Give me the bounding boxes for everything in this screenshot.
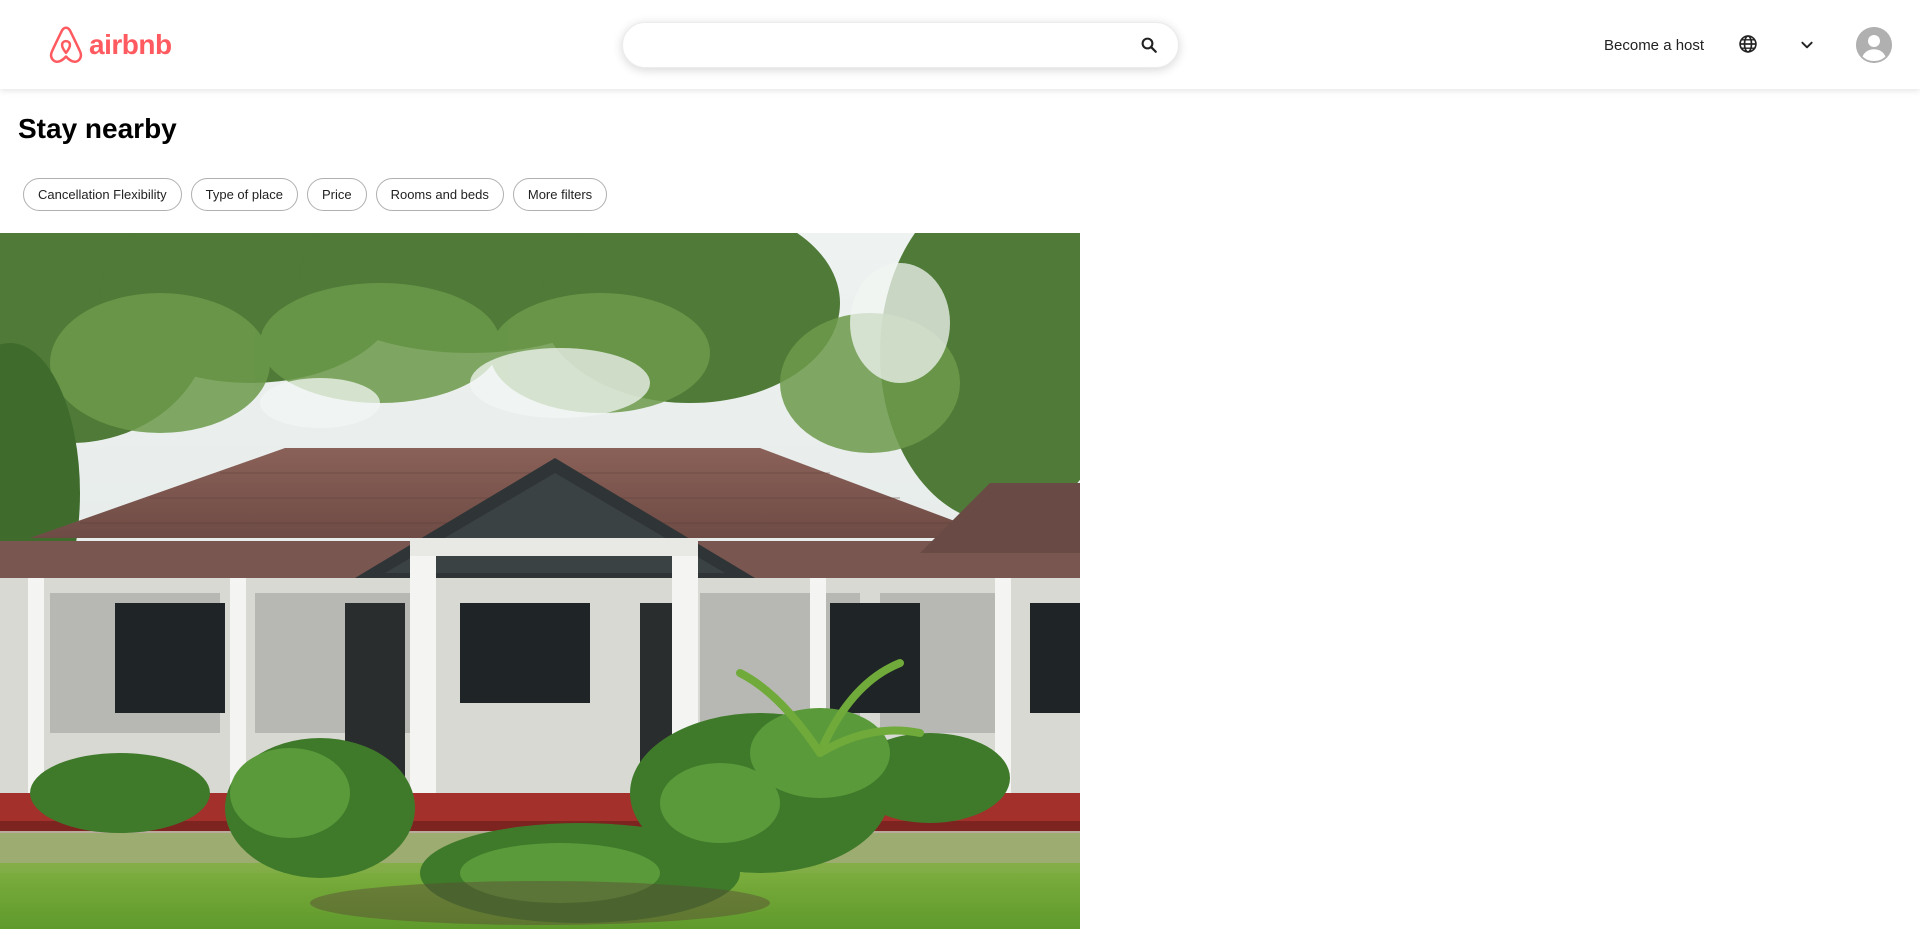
menu-dropdown-button[interactable] <box>1797 35 1817 55</box>
search-bar[interactable] <box>622 22 1179 68</box>
top-navbar: airbnb Become a host <box>0 0 1920 89</box>
airbnb-logo-icon <box>49 26 83 63</box>
chevron-down-icon <box>1801 41 1813 49</box>
language-button[interactable] <box>1737 33 1759 55</box>
filter-price[interactable]: Price <box>306 178 367 211</box>
filter-bar: Cancellation Flexibility Type of place P… <box>23 178 608 211</box>
search-input[interactable] <box>645 23 1115 67</box>
profile-avatar-button[interactable] <box>1856 27 1892 63</box>
become-a-host-link[interactable]: Become a host <box>1604 36 1704 56</box>
house-photo-image <box>0 233 1080 929</box>
filter-type-of-place[interactable]: Type of place <box>190 178 298 211</box>
logo-text: airbnb <box>89 29 172 60</box>
search-icon <box>1141 37 1157 53</box>
search-button[interactable] <box>1138 34 1160 56</box>
airbnb-logo[interactable]: airbnb <box>47 25 172 65</box>
globe-icon <box>1739 35 1757 53</box>
filter-cancellation-flexibility[interactable]: Cancellation Flexibility <box>23 178 182 211</box>
listing-photo[interactable] <box>0 233 1080 929</box>
user-avatar-icon <box>1856 27 1892 63</box>
filter-more-filters[interactable]: More filters <box>512 178 608 211</box>
page-title: Stay nearby <box>18 113 177 144</box>
filter-rooms-and-beds[interactable]: Rooms and beds <box>375 178 504 211</box>
